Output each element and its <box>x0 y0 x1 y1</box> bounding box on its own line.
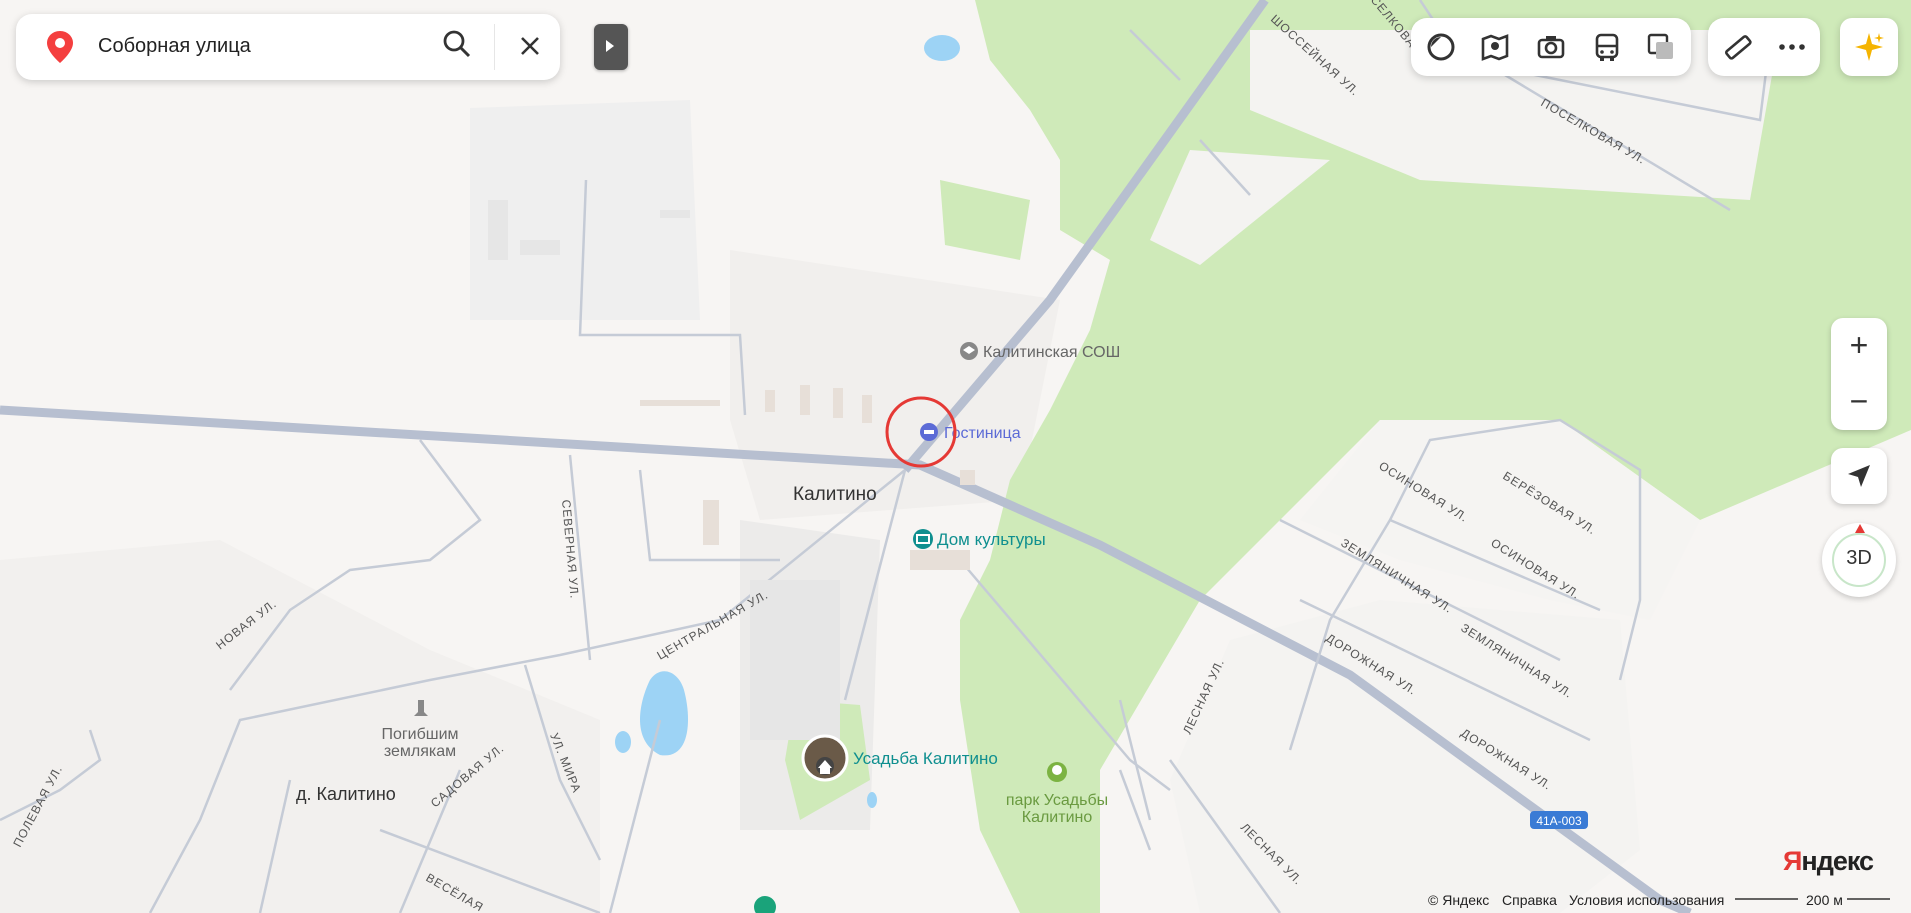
transport-bus-icon[interactable] <box>1591 31 1623 63</box>
village-label: Калитино <box>793 484 877 505</box>
pond <box>924 35 960 61</box>
close-icon[interactable] <box>518 34 542 58</box>
zoom-out-button[interactable]: − <box>1831 374 1887 430</box>
map-layer-icon[interactable] <box>1479 31 1511 63</box>
scale-label: 200 м <box>1806 892 1843 908</box>
play-arrow-icon <box>606 40 614 52</box>
compass-north-icon <box>1855 524 1865 533</box>
park-label-line2: Калитино <box>1022 809 1093 826</box>
park-label-line1: парк Усадьбы <box>1006 792 1108 809</box>
panorama-camera-icon[interactable] <box>1535 31 1567 63</box>
zoom-control: + − <box>1831 318 1887 430</box>
map-canvas[interactable]: 41А-003 ШОССЕЙНАЯ УЛ. СЕЛКОВА ПОСЕЛКОВАЯ… <box>0 0 1911 913</box>
sparkles-icon <box>1855 33 1884 61</box>
navigation-arrow-icon <box>1848 465 1870 487</box>
culture-label[interactable]: Дом культуры <box>937 530 1046 549</box>
village2-label: д. Калитино <box>296 784 396 804</box>
copyright-text: © Яндекс <box>1428 892 1490 908</box>
school-label[interactable]: Калитинская СОШ <box>983 344 1120 361</box>
my-location-button[interactable] <box>1831 448 1887 504</box>
estate-label[interactable]: Усадьба Калитино <box>853 749 998 768</box>
memorial-label-line2: землякам <box>384 743 456 760</box>
terms-link[interactable]: Условия использования <box>1569 892 1724 908</box>
yandex-logo: Яндекс <box>1783 846 1874 876</box>
zoom-in-button[interactable]: + <box>1831 318 1887 374</box>
3d-label: 3D <box>1846 547 1872 569</box>
tools-toolbar <box>1708 18 1820 76</box>
satellite-layer-icon[interactable] <box>1645 31 1677 63</box>
search-icon[interactable] <box>442 29 472 59</box>
search-input[interactable]: Соборная улица <box>98 35 251 58</box>
more-options-icon[interactable] <box>1776 31 1808 63</box>
road-badge-text: 41А-003 <box>1536 814 1582 828</box>
ruler-icon[interactable] <box>1722 31 1754 63</box>
ai-assistant-button[interactable] <box>1840 18 1898 76</box>
search-divider <box>494 24 495 70</box>
search-box[interactable]: Соборная улица <box>16 14 560 80</box>
3d-compass-button[interactable]: 3D <box>1822 523 1896 597</box>
collapse-panel-button[interactable] <box>594 24 628 70</box>
layers-toolbar <box>1411 18 1691 76</box>
layers-circle-icon[interactable] <box>1425 31 1457 63</box>
memorial-label-line1: Погибшим <box>381 726 458 743</box>
location-pin-icon <box>47 31 73 63</box>
help-link[interactable]: Справка <box>1502 892 1557 908</box>
